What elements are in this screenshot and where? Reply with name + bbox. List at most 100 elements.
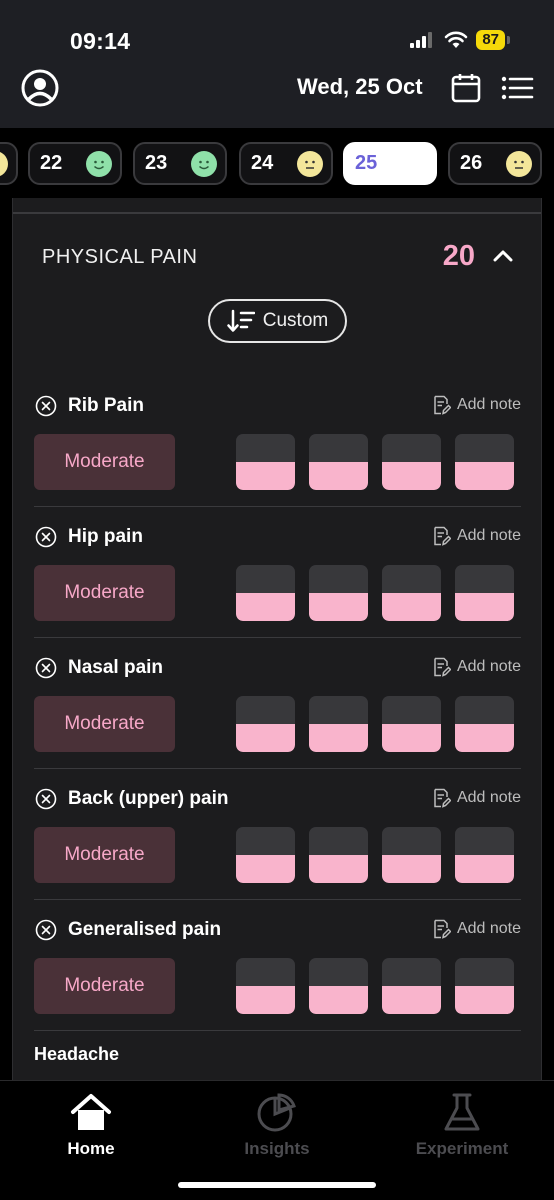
severity-bar[interactable] (455, 434, 514, 490)
symptom-row: Generalised pain Add note Moderate (34, 900, 521, 1031)
severity-button[interactable]: Moderate (34, 696, 175, 752)
close-circle-icon (35, 919, 57, 941)
severity-bar[interactable] (455, 696, 514, 752)
severity-button[interactable]: Moderate (34, 958, 175, 1014)
day-chip-26[interactable]: 26 (448, 142, 542, 185)
severity-button[interactable]: Moderate (34, 565, 175, 621)
severity-bar[interactable] (382, 958, 441, 1014)
tab-home[interactable]: Home (26, 1091, 156, 1159)
day-number: 23 (145, 152, 168, 174)
collapse-button[interactable] (491, 246, 515, 266)
neutral-face-icon (506, 150, 532, 177)
severity-bars (236, 958, 514, 1014)
severity-bar[interactable] (382, 696, 441, 752)
neutral-face-icon (297, 150, 323, 177)
add-note-button[interactable]: Add note (431, 657, 521, 677)
severity-bars (236, 434, 514, 490)
symptom-name: Hip pain (68, 526, 143, 547)
add-note-button[interactable]: Add note (431, 788, 521, 808)
day-chip-25-selected[interactable]: 25 (343, 142, 437, 185)
note-edit-icon (434, 657, 451, 677)
battery-tip (507, 36, 510, 44)
calendar-button[interactable] (450, 72, 482, 104)
day-number: 22 (40, 152, 63, 174)
symptom-section: PHYSICAL PAIN 20 Custom Rib Pain Add not… (12, 198, 542, 1080)
severity-bar[interactable] (382, 434, 441, 490)
severity-bar-fill (455, 593, 514, 621)
symptom-name: Rib Pain (68, 395, 145, 416)
severity-bar-fill (309, 593, 368, 621)
calendar-icon (451, 74, 481, 103)
severity-bar[interactable] (309, 958, 368, 1014)
tab-label: Insights (244, 1139, 310, 1158)
day-chip-22[interactable]: 22 (28, 142, 122, 185)
severity-bars (236, 696, 514, 752)
profile-icon (21, 69, 59, 107)
severity-bar-fill (309, 724, 368, 752)
severity-bar[interactable] (455, 827, 514, 883)
severity-bar[interactable] (236, 696, 295, 752)
severity-bar-fill (236, 724, 295, 752)
severity-bar[interactable] (455, 958, 514, 1014)
sort-label: Custom (262, 310, 329, 331)
severity-button[interactable]: Moderate (34, 434, 175, 490)
profile-button[interactable] (20, 68, 60, 108)
symptom-name: Back (upper) pain (68, 788, 229, 809)
remove-symptom-button[interactable] (35, 526, 57, 548)
section-title: PHYSICAL PAIN (42, 246, 198, 268)
severity-bar-fill (455, 462, 514, 490)
severity-bar[interactable] (382, 565, 441, 621)
severity-bar[interactable] (309, 434, 368, 490)
severity-bar-fill (382, 462, 441, 490)
symptom-row: Hip pain Add note Moderate (34, 507, 521, 638)
section-count: 20 (442, 240, 475, 272)
list-menu-icon (501, 76, 534, 100)
symptom-name: Headache (34, 1044, 120, 1064)
neutral-face-icon (0, 150, 8, 177)
severity-bar[interactable] (309, 827, 368, 883)
severity-bar[interactable] (236, 827, 295, 883)
tab-insights[interactable]: Insights (212, 1091, 342, 1159)
severity-bars (236, 565, 514, 621)
remove-symptom-button[interactable] (35, 919, 57, 941)
list-menu-button[interactable] (500, 72, 534, 104)
severity-button[interactable]: Moderate (34, 827, 175, 883)
day-number: 26 (460, 152, 483, 174)
day-selector: 22 23 24 25 26 (0, 128, 554, 198)
note-edit-icon (434, 919, 451, 939)
remove-symptom-button[interactable] (35, 395, 57, 417)
close-circle-icon (35, 788, 57, 810)
severity-bar[interactable] (382, 827, 441, 883)
day-chip-23[interactable]: 23 (133, 142, 227, 185)
severity-bar[interactable] (455, 565, 514, 621)
remove-symptom-button[interactable] (35, 788, 57, 810)
sort-button[interactable]: Custom (208, 299, 347, 343)
battery-level: 87 (476, 30, 505, 50)
day-chip-24[interactable]: 24 (239, 142, 333, 185)
close-circle-icon (35, 526, 57, 548)
severity-bar[interactable] (309, 696, 368, 752)
remove-symptom-button[interactable] (35, 657, 57, 679)
close-circle-icon (35, 657, 57, 679)
severity-bar[interactable] (236, 958, 295, 1014)
wifi-icon (445, 31, 468, 48)
severity-bar[interactable] (236, 434, 295, 490)
add-note-button[interactable]: Add note (431, 526, 521, 546)
severity-bar-fill (382, 986, 441, 1014)
tab-label: Home (67, 1139, 115, 1158)
tab-experiment[interactable]: Experiment (397, 1091, 527, 1159)
severity-bar[interactable] (309, 565, 368, 621)
symptom-row: Nasal pain Add note Moderate (34, 638, 521, 769)
severity-bars (236, 827, 514, 883)
add-note-button[interactable]: Add note (431, 919, 521, 939)
app-header: 09:14 87 Wed, 25 Oct (0, 0, 554, 128)
severity-bar[interactable] (236, 565, 295, 621)
add-note-button[interactable]: Add note (431, 395, 521, 415)
note-edit-icon (434, 526, 451, 546)
add-note-label: Add note (456, 527, 521, 544)
day-chip[interactable] (0, 142, 18, 185)
day-number: 24 (251, 152, 274, 174)
severity-bar-fill (309, 986, 368, 1014)
current-date[interactable]: Wed, 25 Oct (297, 74, 423, 100)
add-note-label: Add note (456, 920, 521, 937)
